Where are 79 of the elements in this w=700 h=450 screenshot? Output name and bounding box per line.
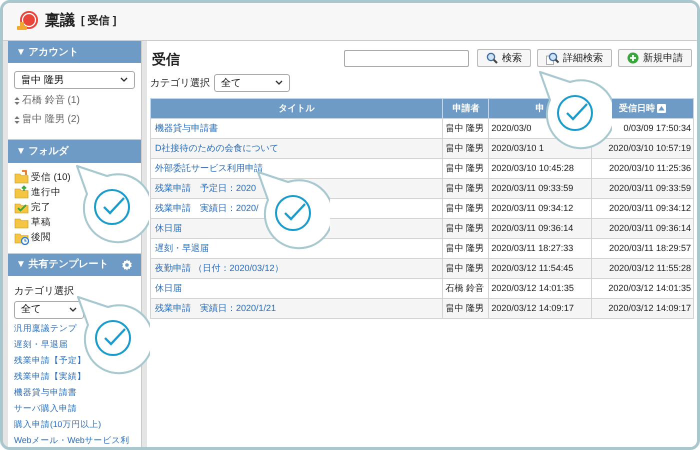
template-link[interactable]: サーバ購入申請 — [14, 400, 77, 415]
account-select[interactable]: 畠中 隆男 — [14, 71, 135, 90]
category-label: カテゴリ選択 — [14, 284, 75, 299]
toolbar-button[interactable]: 新規申請 — [618, 49, 692, 67]
title-link[interactable]: 機器貸与申請書 — [155, 122, 218, 133]
toolbar-button[interactable]: 詳細検索 — [537, 49, 612, 67]
table-cell: 畠中 隆男 — [445, 202, 484, 213]
table-cell: 2020/03/11 09:36:14 — [609, 222, 691, 233]
page-subtitle: [ 受信 ] — [81, 14, 116, 30]
table-cell: 2020/03/12 14:09:17 — [608, 302, 691, 313]
table-cell: 2020/03/11 09:34:12 — [491, 202, 574, 213]
table-cell: 畠中 隆男 — [445, 222, 484, 233]
folder-item[interactable]: 受信 (10) — [14, 170, 71, 185]
template-link[interactable]: 汎用稟議テンプ — [14, 320, 77, 335]
title-link[interactable]: 休日届 — [155, 282, 182, 293]
table-cell: 2020/03/10 10:57:19 — [608, 142, 691, 153]
category-select[interactable]: 全て — [14, 300, 84, 319]
magnifier-document-icon — [546, 52, 559, 64]
template-link[interactable]: 機器貸与申請書 — [14, 384, 77, 399]
page-heading: 受信 — [151, 50, 181, 69]
template-link[interactable]: 残業申請【予定】 — [14, 352, 86, 367]
magnifier-icon — [486, 52, 498, 64]
swap-arrows-icon — [14, 96, 20, 105]
table-cell: 2020/03/11 09:36:14 — [491, 222, 574, 233]
table-cell: 畠中 隆男 — [445, 242, 484, 253]
toolbar-button[interactable]: 検索 — [477, 49, 531, 67]
folder-item[interactable]: 完了 — [14, 200, 51, 215]
table-cell: 畠中 隆男 — [445, 162, 484, 173]
table-cell: 2020/03/10 1 — [491, 142, 544, 153]
plus-icon — [627, 52, 639, 64]
table-cell: 2020/03/11 18:29:57 — [609, 242, 691, 253]
table-cell: 畠中 隆男 — [445, 182, 484, 193]
table-cell: 2020/03/11 09:33:59 — [491, 182, 574, 193]
table-cell: 畠中 隆男 — [445, 122, 484, 133]
app-title: 稟議 — [45, 11, 75, 32]
section-header[interactable]: ▼ フォルダ — [8, 140, 141, 163]
caret-icon — [69, 306, 77, 313]
table-cell: 2020/03/0 — [491, 122, 532, 133]
title-link[interactable]: 残業申請 実績日：2020/ — [155, 202, 259, 213]
swap-arrows-icon — [14, 116, 20, 124]
table-cell: 2020/03/11 09:34:12 — [609, 202, 691, 213]
category-label: カテゴリ選択 — [150, 76, 210, 90]
table-cell: 2020/03/12 11:55:28 — [609, 262, 691, 273]
table-cell: 畠中 隆男 — [445, 142, 484, 153]
account-link[interactable]: 畠中 隆男 (2) — [22, 112, 80, 128]
title-link[interactable]: 休日届 — [155, 222, 182, 233]
section-header[interactable]: ▼ 共有テンプレート — [8, 254, 141, 276]
section-header[interactable]: ▼ アカウント — [8, 41, 141, 64]
search-field[interactable] — [344, 50, 469, 66]
folder-icon — [14, 170, 29, 186]
folder-icon — [14, 185, 29, 200]
table-cell: 2020/03/11 18:27:33 — [491, 242, 574, 253]
table-cell: 2020/03/10 10:45:28 — [491, 162, 574, 173]
template-link[interactable]: 遅刻・早退届 — [14, 336, 68, 351]
template-link[interactable]: 購入申請(10万円以上) — [14, 416, 102, 431]
table-cell: 2020/03/11 09:33:59 — [609, 182, 691, 193]
table-cell: 畠中 隆男 — [445, 262, 484, 273]
category-select[interactable]: 全て — [214, 74, 290, 92]
table-cell: 2020/03/12 14:01:35 — [491, 282, 574, 293]
folder-item[interactable]: 草稿 — [14, 216, 51, 230]
title-link[interactable]: 遅刻・早退届 — [155, 242, 209, 253]
account-link[interactable]: 石橋 鈴音 (1) — [22, 93, 80, 108]
table-cell: 0/03/09 17:50:34 — [623, 122, 691, 133]
table-cell: 畠中 隆男 — [445, 302, 484, 313]
table-cell: 2020/03/12 11:54:45 — [491, 262, 574, 273]
template-link[interactable]: 残業申請【実績】 — [14, 368, 86, 383]
caret-icon — [120, 77, 128, 84]
title-link[interactable]: 残業申請 予定日：2020 — [155, 182, 256, 193]
folder-item[interactable]: 進行中 — [14, 186, 61, 200]
column-header[interactable]: タイトル — [150, 98, 443, 118]
gear-icon[interactable] — [121, 258, 133, 271]
caret-icon — [275, 80, 283, 86]
table-cell: 石橋 鈴音 — [445, 282, 484, 293]
folder-item[interactable]: 後閲 — [14, 230, 51, 245]
table-cell: 2020/03/10 11:25:36 — [609, 162, 691, 173]
table-cell: 2020/03/12 14:09:17 — [491, 302, 574, 313]
template-link[interactable]: Webメール・Webサービス利 — [14, 432, 130, 447]
title-link[interactable]: 外部委託サービス利用申請 — [155, 162, 263, 173]
table-cell: 2020/03/12 14:01:35 — [608, 282, 691, 293]
